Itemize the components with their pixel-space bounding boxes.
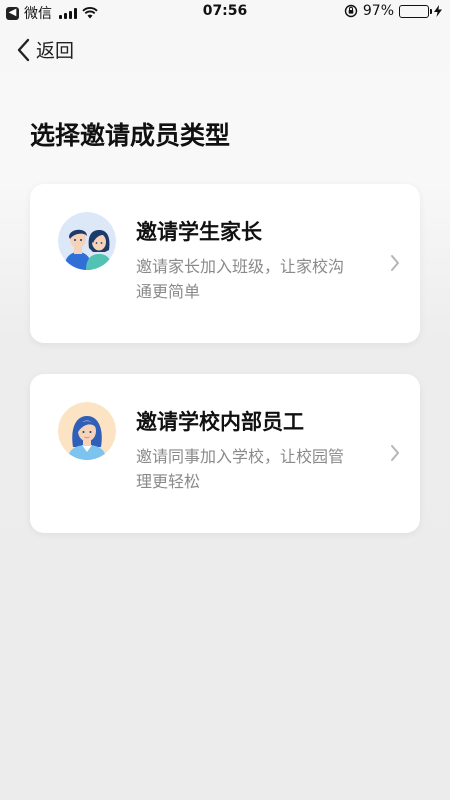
chevron-left-icon <box>17 38 30 61</box>
charging-bolt-icon <box>434 5 442 17</box>
page-title: 选择邀请成员类型 <box>30 121 231 150</box>
card-title: 邀请学生家长 <box>136 220 262 244</box>
chevron-right-icon <box>391 255 399 271</box>
battery-icon <box>399 4 432 18</box>
rotation-lock-icon <box>344 4 358 18</box>
card-description: 邀请家长加入班级，让家校沟通更简单 <box>136 257 345 301</box>
invite-staff-card[interactable]: 邀请学校内部员工 邀请同事加入学校，让校园管理更轻松 <box>30 374 420 533</box>
parents-avatar-icon <box>58 212 116 270</box>
staff-avatar-icon <box>58 402 116 460</box>
card-title: 邀请学校内部员工 <box>136 410 304 434</box>
invite-parents-card[interactable]: 邀请学生家长 邀请家长加入班级，让家校沟通更简单 <box>30 184 420 343</box>
card-description: 邀请同事加入学校，让校园管理更轻松 <box>136 447 345 491</box>
back-label: 返回 <box>36 40 75 62</box>
status-bar: ◀ 微信 07:56 97% <box>0 0 450 24</box>
chevron-right-icon <box>391 445 399 461</box>
status-right: 97% <box>344 3 442 19</box>
back-button[interactable]: 返回 <box>16 36 74 63</box>
battery-percent: 97% <box>362 3 394 19</box>
